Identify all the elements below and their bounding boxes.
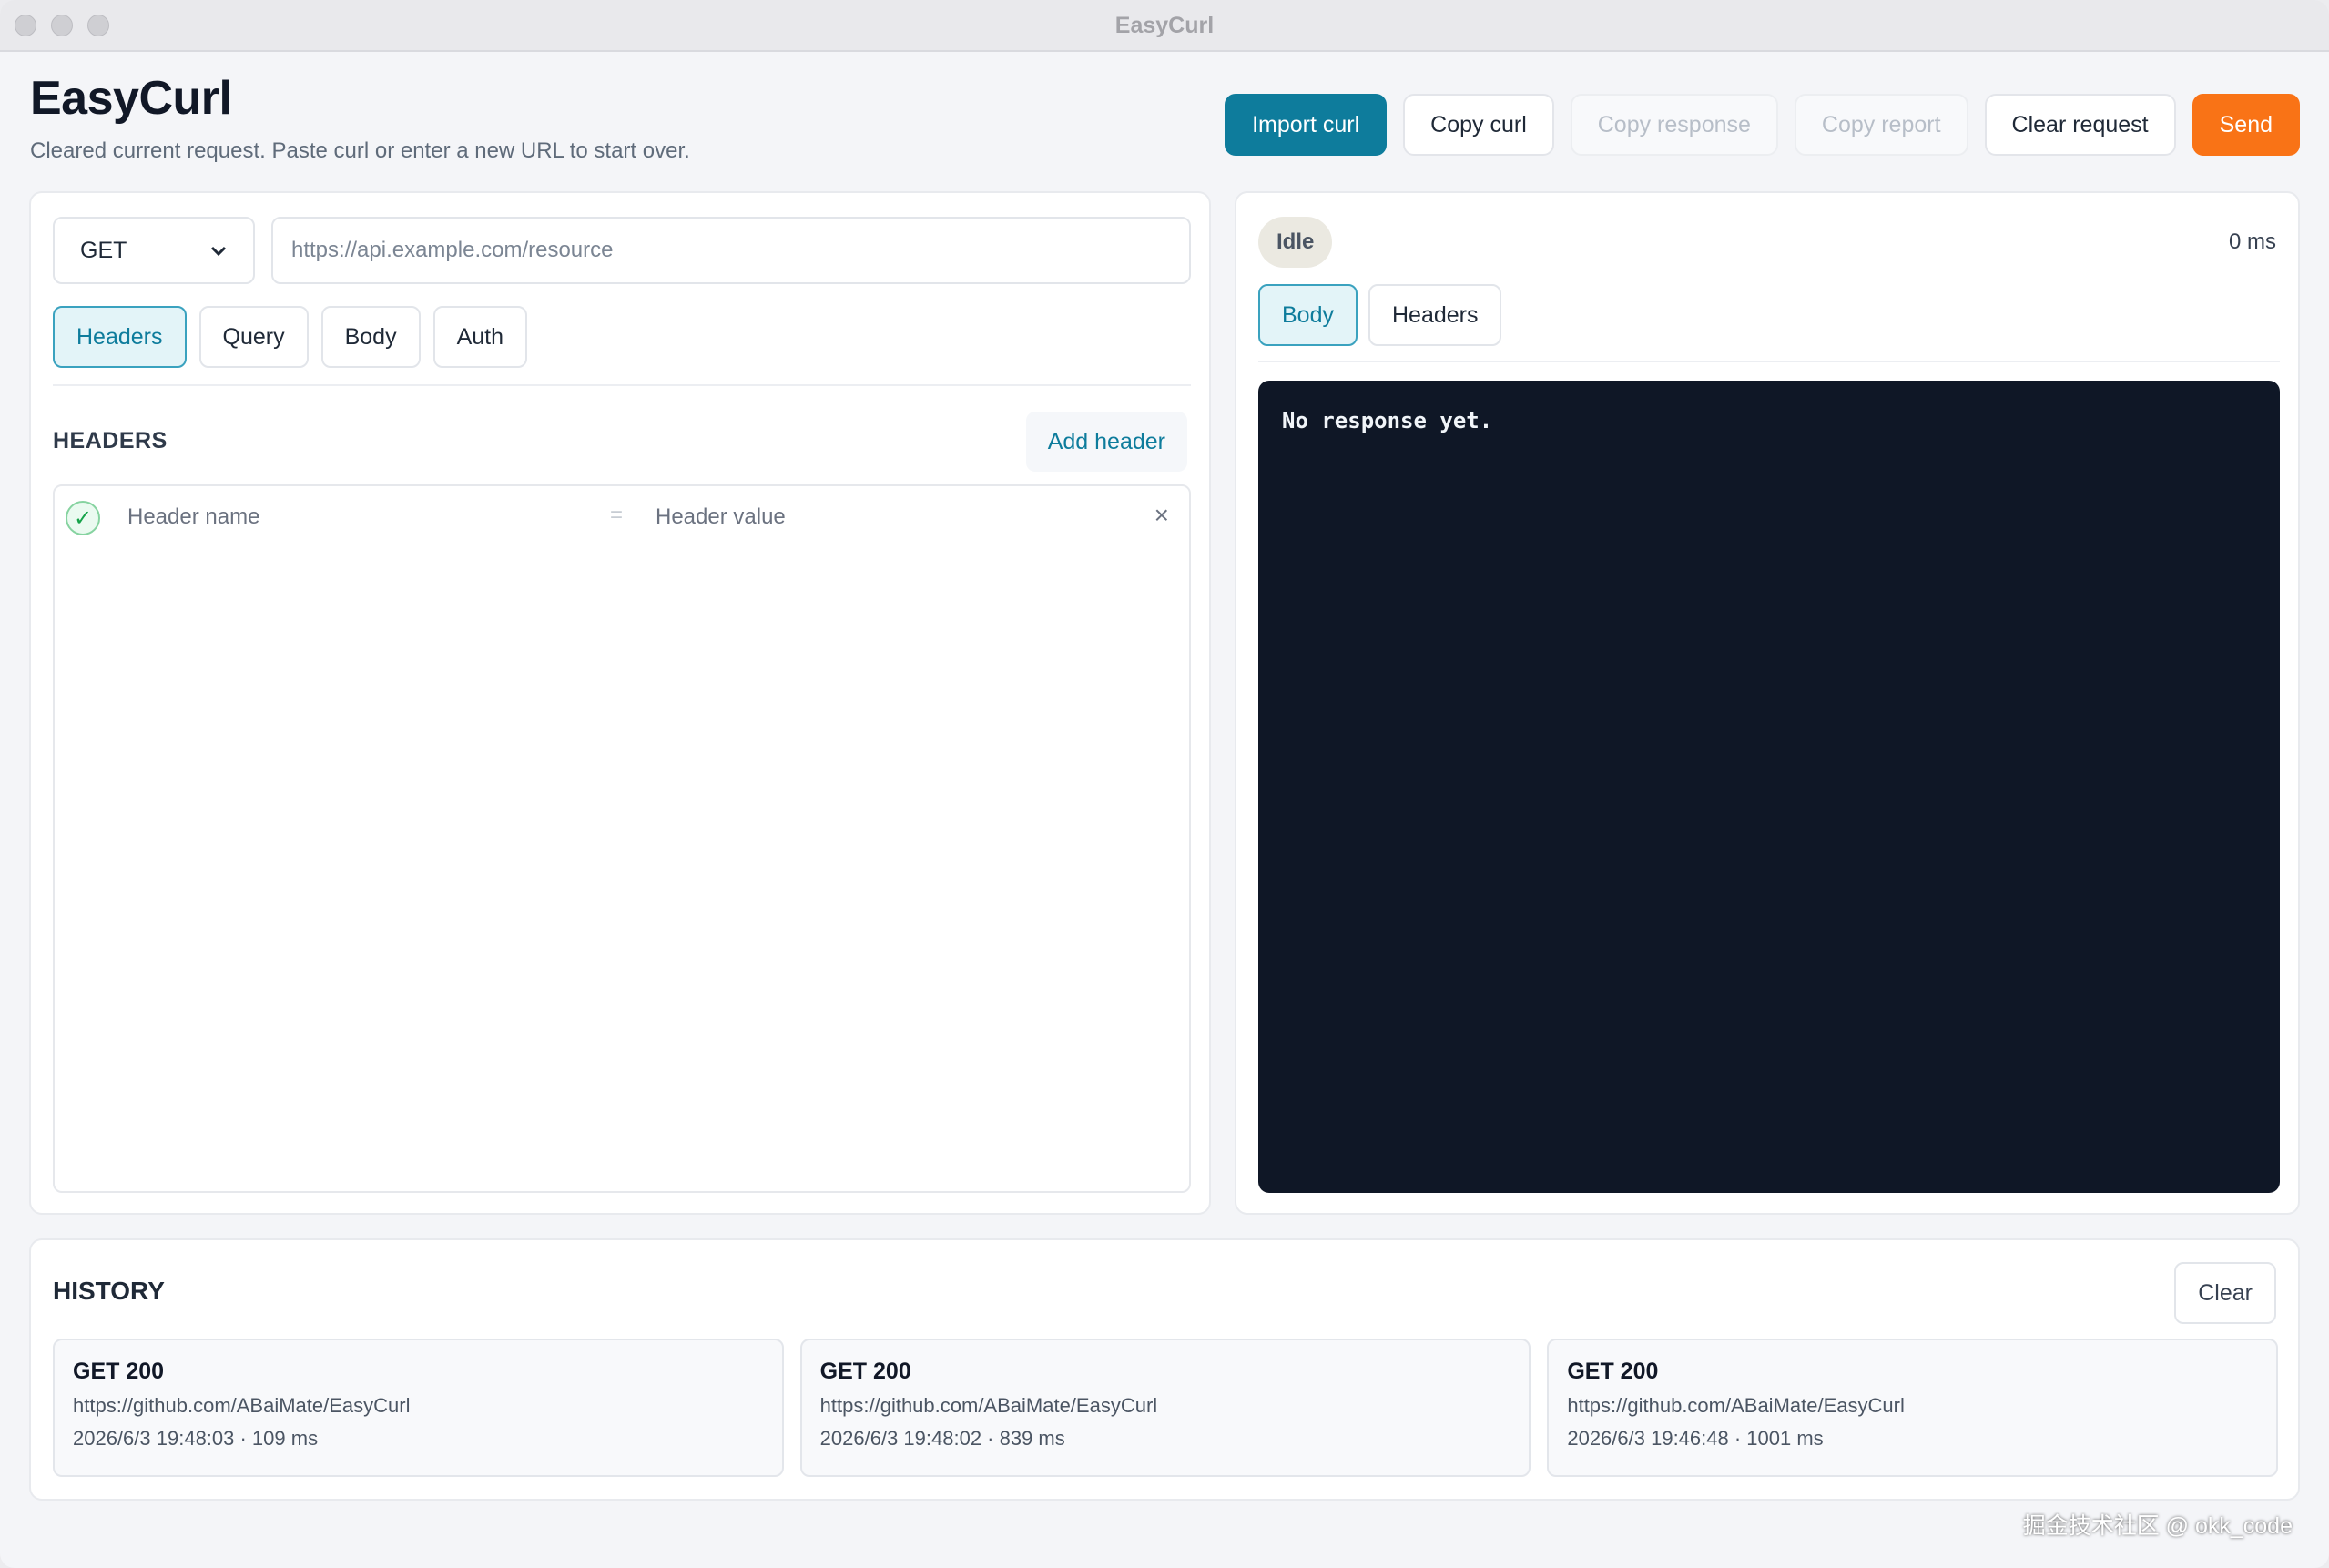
- tab-headers[interactable]: Headers: [53, 306, 187, 368]
- copy-response-button[interactable]: Copy response: [1570, 94, 1778, 156]
- status-message: Cleared current request. Paste curl or e…: [30, 138, 690, 163]
- header-value-input[interactable]: Header value: [656, 504, 786, 530]
- tabs-divider: [53, 384, 1191, 386]
- response-body-viewer[interactable]: No response yet.: [1258, 381, 2280, 1193]
- window-title: EasyCurl: [1114, 13, 1215, 38]
- header-enabled-checkbox[interactable]: ✓: [66, 501, 100, 535]
- url-placeholder: https://api.example.com/resource: [291, 238, 614, 262]
- check-icon: ✓: [73, 505, 93, 531]
- tab-response-body[interactable]: Body: [1258, 284, 1358, 346]
- response-tabs-divider: [1258, 361, 2280, 362]
- header-separator: =: [610, 503, 624, 527]
- header-list: ✓ Header name = Header value ×: [53, 484, 1191, 1193]
- method-value: GET: [80, 237, 127, 263]
- title-bar: EasyCurl: [0, 0, 2329, 52]
- status-badge: Idle: [1258, 217, 1333, 268]
- history-title: HISTORY: [53, 1277, 165, 1305]
- copy-report-button[interactable]: Copy report: [1794, 94, 1968, 156]
- clear-history-button[interactable]: Clear: [2174, 1262, 2276, 1324]
- response-tabs: Body Headers: [1258, 284, 1502, 346]
- history-item[interactable]: GET 200 https://github.com/ABaiMate/Easy…: [799, 1339, 1531, 1477]
- response-panel: Idle 0 ms Body Headers No response yet.: [1235, 191, 2300, 1215]
- close-icon: ×: [1154, 501, 1169, 529]
- page-title: EasyCurl: [30, 72, 232, 125]
- history-method-status: GET 200: [73, 1359, 165, 1384]
- request-tabs: Headers Query Body Auth: [53, 306, 528, 368]
- tab-auth[interactable]: Auth: [432, 306, 528, 368]
- history-method-status: GET 200: [1567, 1359, 1659, 1384]
- header-name-input[interactable]: Header name: [127, 504, 259, 530]
- history-method-status: GET 200: [819, 1359, 911, 1384]
- app-header: EasyCurl Cleared current request. Paste …: [30, 71, 690, 164]
- history-meta: 2026/6/3 19:48:03 · 109 ms: [73, 1427, 319, 1450]
- request-panel: GET https://api.example.com/resource Hea…: [29, 191, 1211, 1215]
- app-window: EasyCurl EasyCurl Cleared current reques…: [0, 0, 2329, 1568]
- history-url: https://github.com/ABaiMate/EasyCurl: [819, 1394, 1158, 1417]
- history-meta: 2026/6/3 19:46:48 · 1001 ms: [1567, 1427, 1824, 1450]
- remove-header-button[interactable]: ×: [1154, 501, 1169, 530]
- history-meta: 2026/6/3 19:48:02 · 839 ms: [819, 1427, 1065, 1450]
- elapsed-time: 0 ms: [2228, 229, 2276, 254]
- chevron-down-icon: [209, 238, 228, 264]
- history-list: GET 200 https://github.com/ABaiMate/Easy…: [53, 1339, 2279, 1477]
- tab-response-headers[interactable]: Headers: [1368, 284, 1502, 346]
- response-body-text: No response yet.: [1282, 408, 1493, 433]
- watermark: 掘金技术社区 @ okk_code: [2022, 1513, 2293, 1539]
- history-item[interactable]: GET 200 https://github.com/ABaiMate/Easy…: [1547, 1339, 2279, 1477]
- add-header-button[interactable]: Add header: [1025, 412, 1187, 472]
- toolbar: Import curl Copy curl Copy response Copy…: [1225, 94, 2300, 156]
- history-url: https://github.com/ABaiMate/EasyCurl: [1567, 1394, 1905, 1417]
- history-item[interactable]: GET 200 https://github.com/ABaiMate/Easy…: [53, 1339, 784, 1477]
- url-input[interactable]: https://api.example.com/resource: [271, 217, 1191, 284]
- history-panel: HISTORY Clear GET 200 https://github.com…: [29, 1238, 2300, 1501]
- send-button[interactable]: Send: [2192, 94, 2300, 156]
- method-select[interactable]: GET: [53, 217, 255, 284]
- import-curl-button[interactable]: Import curl: [1225, 94, 1388, 156]
- header-row: ✓ Header name = Header value ×: [55, 486, 1189, 552]
- headers-section-label: HEADERS: [53, 428, 168, 453]
- clear-request-button[interactable]: Clear request: [1984, 94, 2176, 156]
- history-url: https://github.com/ABaiMate/EasyCurl: [73, 1394, 411, 1417]
- tab-query[interactable]: Query: [198, 306, 309, 368]
- tab-body[interactable]: Body: [320, 306, 421, 368]
- copy-curl-button[interactable]: Copy curl: [1403, 94, 1554, 156]
